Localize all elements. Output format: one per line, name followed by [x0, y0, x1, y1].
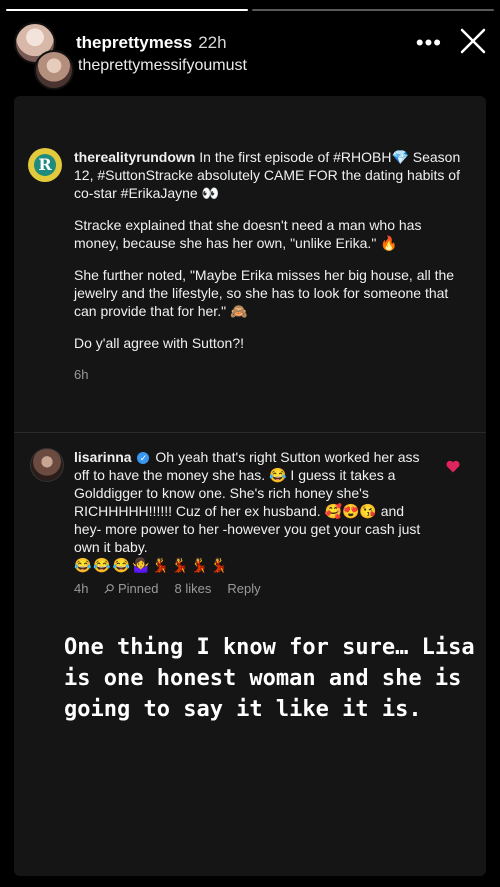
post-paragraph-2: Stracke explained that she doesn't need …	[74, 217, 422, 251]
logo-letter: R	[34, 154, 56, 176]
progress-segment-1	[6, 9, 248, 11]
comment-emojis: 😂😂😂🤷‍♀️💃💃💃💃	[74, 557, 230, 573]
avatar-stack[interactable]	[12, 22, 74, 90]
heart-icon[interactable]	[446, 460, 460, 473]
comment-meta: 4h ⚲Pinned 8 likes Reply	[74, 580, 434, 598]
pin-icon: ⚲	[100, 579, 119, 598]
reply-button[interactable]: Reply	[227, 580, 260, 598]
divider	[14, 432, 486, 433]
progress-segment-2	[252, 9, 494, 11]
pinned-text: Pinned	[118, 581, 159, 596]
comment-text: lisarinna ✓ Oh yeah that's right Sutton …	[74, 448, 434, 598]
more-options-button[interactable]: •••	[416, 30, 442, 56]
username-text[interactable]: theprettymess	[76, 33, 192, 52]
comment-username[interactable]: lisarinna	[74, 449, 132, 465]
story-text-caption: One thing I know for sure… Lisa is one h…	[64, 635, 475, 722]
story-subname[interactable]: theprettymessifyoumust	[78, 57, 247, 75]
verified-badge-icon: ✓	[137, 452, 150, 464]
comment-time: 4h	[74, 581, 89, 596]
story-header: theprettymess 22h theprettymessifyoumust …	[12, 22, 488, 92]
story-username[interactable]: theprettymess 22h	[76, 33, 227, 53]
secondary-avatar[interactable]	[34, 50, 74, 90]
commenter-avatar[interactable]	[30, 448, 64, 482]
realityrundown-logo[interactable]: R	[28, 148, 62, 182]
pinned-label: ⚲Pinned	[101, 580, 159, 598]
story-progress-bar	[6, 9, 494, 11]
post-paragraph-3: She further noted, "Maybe Erika misses h…	[74, 267, 455, 319]
post-username[interactable]: therealityrundown	[74, 149, 195, 165]
post-text: therealityrundown In the first episode o…	[74, 148, 462, 384]
close-icon[interactable]	[458, 26, 488, 56]
likes-count[interactable]: 8 likes	[174, 580, 211, 598]
story-time: 22h	[198, 33, 227, 52]
post-time: 6h	[74, 367, 89, 382]
post-paragraph-4: Do y'all agree with Sutton?!	[74, 335, 244, 351]
